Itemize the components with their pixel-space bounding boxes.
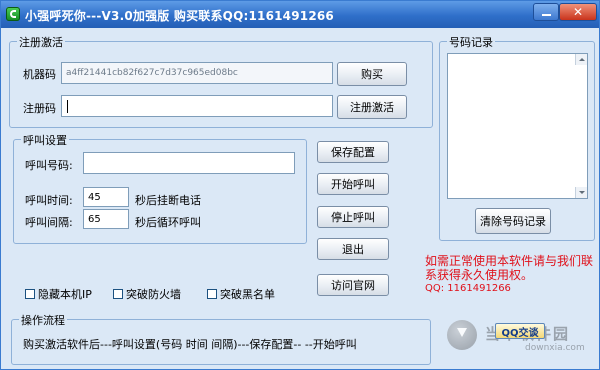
download-arrow-icon <box>447 320 477 350</box>
exit-button[interactable]: 退出 <box>317 238 389 260</box>
minimize-button[interactable] <box>533 3 559 21</box>
minimize-icon <box>542 14 551 16</box>
interval-suffix: 秒后循环呼叫 <box>135 216 201 229</box>
records-group-label: 号码记录 <box>447 34 495 50</box>
activate-button[interactable]: 注册激活 <box>337 95 407 119</box>
blacklist-label: 突破黑名单 <box>220 288 275 301</box>
firewall-label: 突破防火墙 <box>126 288 181 301</box>
checkbox-box[interactable] <box>113 289 123 299</box>
process-group-label: 操作流程 <box>19 312 67 328</box>
window-title: 小强呼死你---V3.0加强版 购买联系QQ:1161491266 <box>25 9 334 23</box>
call-number-input[interactable] <box>83 152 295 174</box>
license-notice: 如需正常使用本软件请与我们联系获得永久使用权。 <box>425 254 594 282</box>
call-number-label: 呼叫号码: <box>25 159 73 172</box>
buy-button-label: 购买 <box>361 68 383 81</box>
machine-code-field[interactable]: a4ff21441cb82f627c7d37c965ed08bc <box>61 62 333 84</box>
firewall-checkbox[interactable]: 突破防火墙 <box>113 286 181 302</box>
call-time-input[interactable]: 45 <box>83 187 129 207</box>
process-steps-text: 购买激活软件后---呼叫设置(号码 时间 间隔)---保存配置-- --开始呼叫 <box>23 338 357 351</box>
checkbox-box[interactable] <box>25 289 35 299</box>
visit-site-label: 访问官网 <box>331 279 375 292</box>
hide-ip-label: 隐藏本机IP <box>38 288 92 301</box>
watermark-url: downxia.com <box>525 343 585 353</box>
reg-code-input[interactable] <box>61 95 333 117</box>
machine-code-label: 机器码 <box>23 68 56 81</box>
qq-chat-button[interactable]: QQ交谈 <box>495 323 545 339</box>
start-call-label: 开始呼叫 <box>331 178 375 191</box>
phone-app-icon <box>6 7 20 21</box>
blacklist-checkbox[interactable]: 突破黑名单 <box>207 286 275 302</box>
stop-call-label: 停止呼叫 <box>331 211 375 224</box>
call-time-label: 呼叫时间: <box>25 194 73 207</box>
save-config-label: 保存配置 <box>331 146 375 159</box>
title-bar[interactable]: 小强呼死你---V3.0加强版 购买联系QQ:1161491266 ✕ <box>1 1 599 28</box>
buy-button[interactable]: 购买 <box>337 62 407 86</box>
clear-records-button[interactable]: 清除号码记录 <box>475 208 551 234</box>
save-config-button[interactable]: 保存配置 <box>317 141 389 163</box>
close-button[interactable]: ✕ <box>559 3 597 21</box>
scroll-down-icon[interactable] <box>575 187 587 198</box>
start-call-button[interactable]: 开始呼叫 <box>317 173 389 195</box>
call-time-suffix: 秒后挂断电话 <box>135 194 201 207</box>
register-group-label: 注册激活 <box>17 34 65 50</box>
activate-button-label: 注册激活 <box>350 101 394 114</box>
hide-ip-checkbox[interactable]: 隐藏本机IP <box>25 286 92 302</box>
exit-label: 退出 <box>342 243 364 256</box>
number-records-list[interactable] <box>447 53 588 199</box>
checkbox-box[interactable] <box>207 289 217 299</box>
close-icon: ✕ <box>572 5 584 19</box>
clear-records-label: 清除号码记录 <box>480 215 546 228</box>
visit-site-button[interactable]: 访问官网 <box>317 274 389 296</box>
contact-qq: QQ: 1161491266 <box>425 283 511 294</box>
interval-label: 呼叫间隔: <box>25 216 73 229</box>
call-settings-group-label: 呼叫设置 <box>21 132 69 148</box>
reg-code-label: 注册码 <box>23 102 56 115</box>
scroll-up-icon[interactable] <box>575 54 587 65</box>
text-caret <box>67 99 68 113</box>
app-window: 小强呼死你---V3.0加强版 购买联系QQ:1161491266 ✕ 注册激活… <box>0 0 600 370</box>
interval-input[interactable]: 65 <box>83 209 129 229</box>
stop-call-button[interactable]: 停止呼叫 <box>317 206 389 228</box>
